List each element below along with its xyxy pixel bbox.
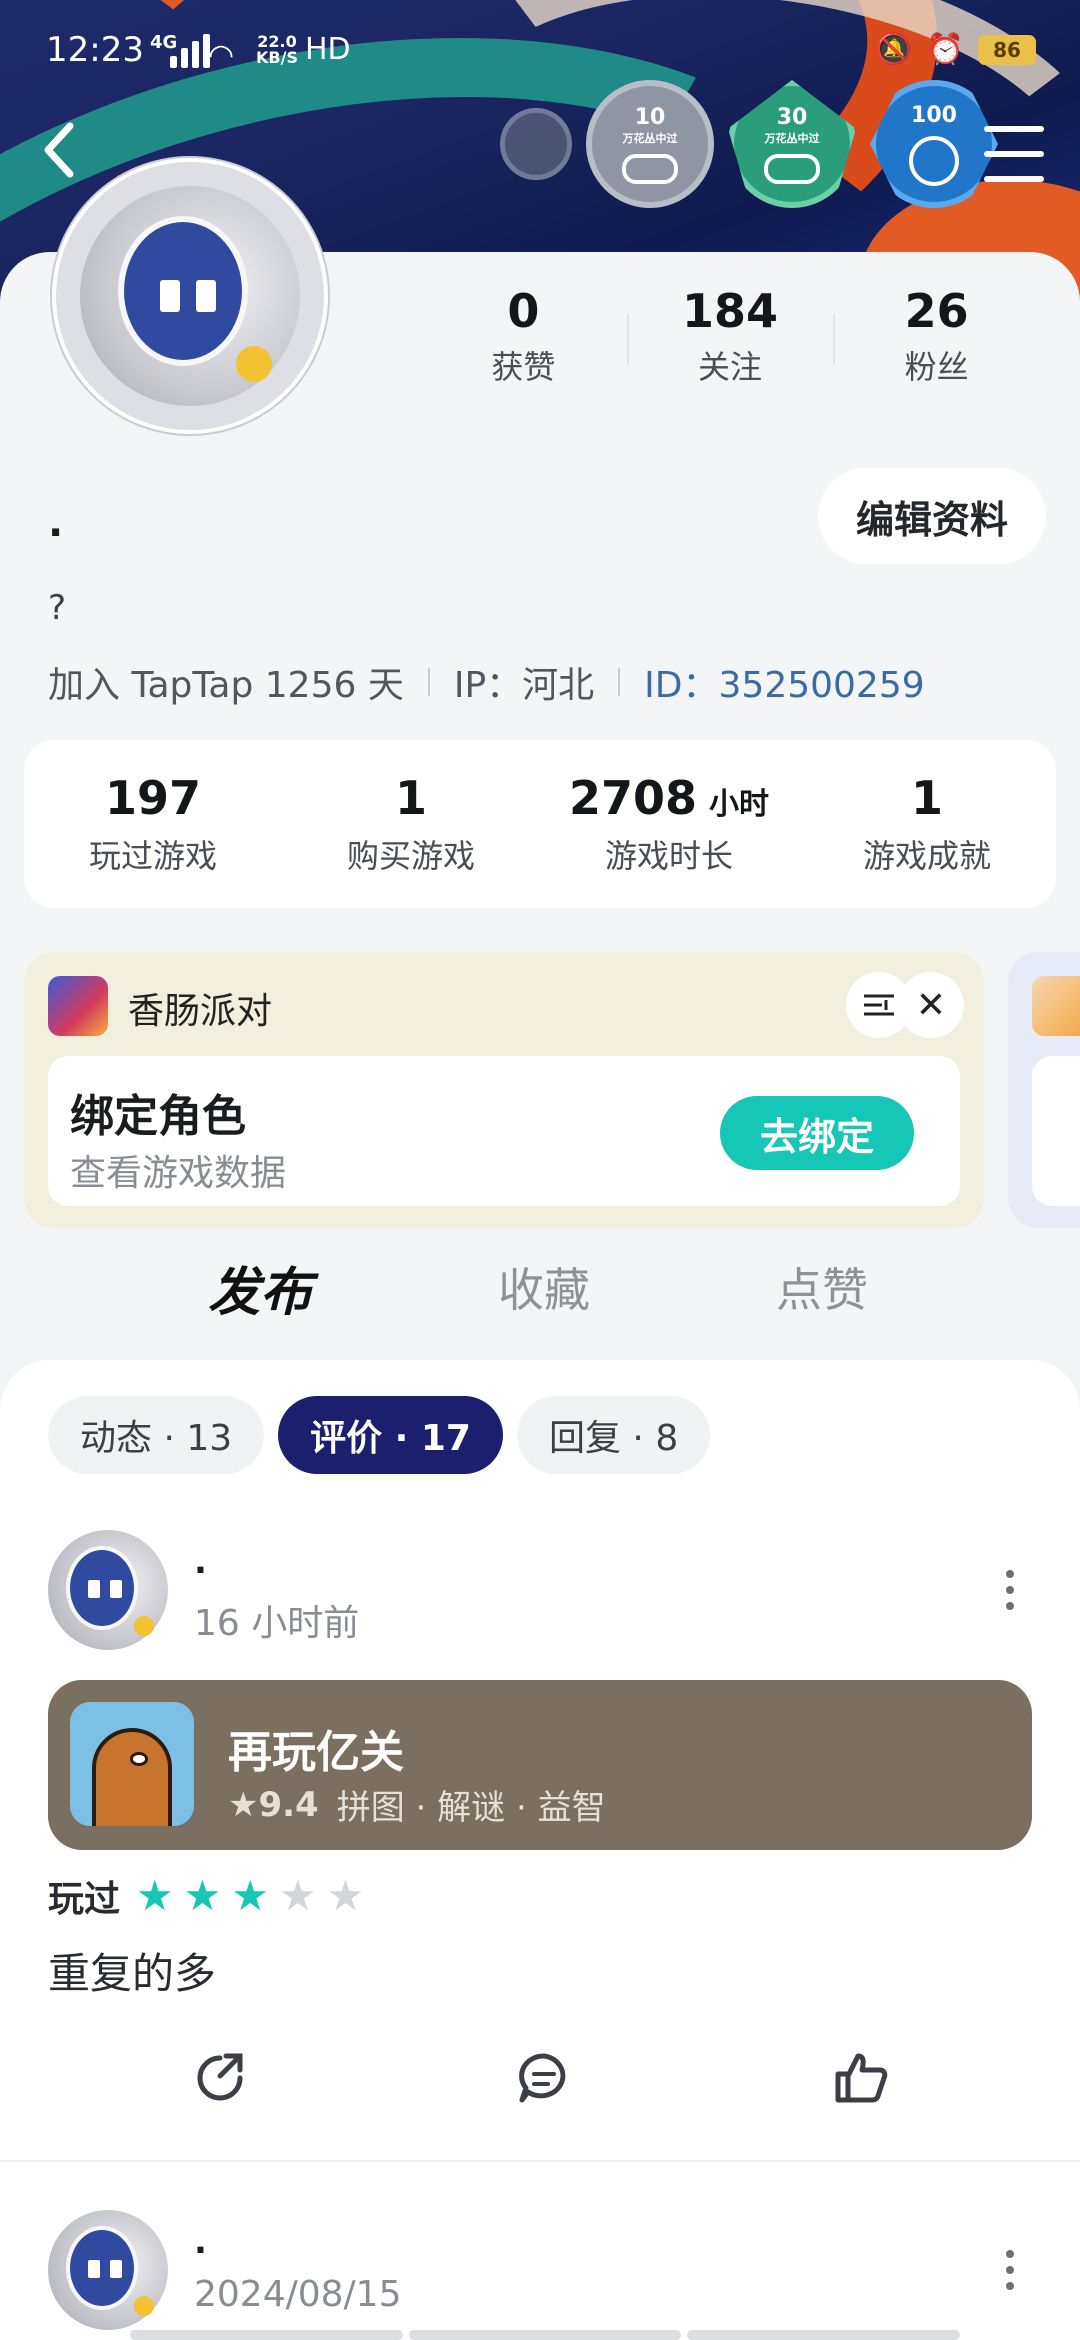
- battery-icon: 86: [978, 34, 1036, 65]
- join-days: 加入 TapTap 1256 天: [48, 665, 404, 706]
- ip-location: IP：河北: [453, 665, 595, 706]
- tab-likes[interactable]: 点赞: [776, 1254, 868, 1320]
- bind-role-card: 香肠派对 ✕ 绑定角色 查看游戏数据 去绑定: [24, 952, 984, 1228]
- feed: 动态 · 13 评价 · 17 回复 · 8 . 16 小时前 再玩亿关 ★9.…: [0, 1360, 1080, 2340]
- chip-moments[interactable]: 动态 · 13: [48, 1396, 265, 1474]
- bio: ?: [48, 588, 67, 628]
- star-icon: ★: [278, 1871, 317, 1920]
- status-time: 12:23: [46, 30, 144, 70]
- edit-profile-button[interactable]: 编辑资料: [818, 468, 1046, 564]
- follow-counts: 0 获赞 184 关注 26 粉丝: [420, 284, 1040, 388]
- likes-count[interactable]: 0 获赞: [420, 284, 627, 388]
- nickname: .: [48, 500, 64, 546]
- post-actions: [0, 2048, 1080, 2128]
- alarm-icon: ⏰: [926, 32, 964, 67]
- user-id[interactable]: ID：352500259: [644, 656, 924, 708]
- comment-icon: [519, 2053, 566, 2103]
- next-post-preview: [130, 2330, 961, 2340]
- chevron-left-icon: [44, 122, 74, 178]
- rating-row: 玩过 ★ ★ ★ ★ ★: [48, 1870, 364, 1922]
- bind-subtitle: 查看游戏数据: [70, 1153, 287, 1194]
- tab-publish[interactable]: 发布: [208, 1250, 313, 1325]
- post-author[interactable]: .: [194, 1542, 207, 1582]
- profile-meta: 加入 TapTap 1256 天 IP：河北 ID：352500259: [48, 656, 925, 708]
- back-button[interactable]: [40, 120, 100, 190]
- game-tags: 拼图 · 解谜 · 益智: [336, 1788, 606, 1828]
- profile-avatar[interactable]: [52, 158, 328, 434]
- bind-button[interactable]: 去绑定: [720, 1096, 914, 1170]
- star-icon: ★: [183, 1871, 222, 1920]
- network-speed: 22.0 KB/S: [256, 32, 298, 67]
- close-button[interactable]: ✕: [898, 972, 964, 1038]
- game-meta: ★9.4 拼图 · 解谜 · 益智: [228, 1780, 606, 1829]
- wifi-icon: ◠: [208, 38, 235, 73]
- post-author[interactable]: .: [194, 2222, 207, 2262]
- star-icon: ★: [231, 1871, 269, 1920]
- divider: [0, 2160, 1080, 2162]
- star-icon: ★: [228, 1784, 259, 1825]
- badge-30[interactable]: 30 万花丛中过: [728, 80, 856, 208]
- stat-achievements[interactable]: 1 游戏成就: [798, 771, 1056, 877]
- close-icon: ✕: [915, 984, 947, 1026]
- game-name: 香肠派对: [128, 991, 273, 1032]
- tab-favorites[interactable]: 收藏: [498, 1254, 590, 1320]
- chip-replies[interactable]: 回复 · 8: [516, 1396, 711, 1474]
- signal-icon: [170, 34, 210, 68]
- more-options-icon[interactable]: [1002, 2250, 1018, 2290]
- sliders-icon: [864, 994, 894, 1016]
- played-label: 玩过: [48, 1879, 121, 1920]
- following-count[interactable]: 184 关注: [626, 284, 834, 388]
- reviewed-game-card[interactable]: 再玩亿关 ★9.4 拼图 · 解谜 · 益智: [48, 1680, 1032, 1850]
- followers-count[interactable]: 26 粉丝: [833, 284, 1040, 388]
- avatar-image: [80, 186, 300, 406]
- badge-100[interactable]: 100: [870, 80, 998, 208]
- menu-icon: [984, 126, 1044, 132]
- gamepad-icon: [764, 153, 820, 184]
- more-options-icon[interactable]: [1002, 1570, 1018, 1610]
- bind-title: 绑定角色: [70, 1091, 246, 1142]
- mute-icon: 🔕: [875, 32, 913, 67]
- share-button[interactable]: [190, 2048, 250, 2108]
- stat-purchased-games[interactable]: 1 购买游戏: [282, 771, 540, 877]
- post-header: . 16 小时前: [48, 1530, 1038, 1660]
- game-score: 9.4: [258, 1784, 319, 1825]
- comment-button[interactable]: [514, 2048, 574, 2108]
- like-button[interactable]: [830, 2048, 890, 2108]
- badge-small[interactable]: [500, 108, 572, 180]
- badge-row: 10 万花丛中过 30 万花丛中过 100: [500, 80, 998, 208]
- game-icon: [48, 976, 108, 1036]
- avatar[interactable]: [48, 1530, 168, 1650]
- content-tabs: 发布 收藏 点赞: [0, 1250, 1080, 1340]
- game-title: 再玩亿关: [228, 1727, 404, 1778]
- post-time: 16 小时前: [194, 1603, 360, 1644]
- badge-10[interactable]: 10 万花丛中过: [586, 80, 714, 208]
- divider: [427, 668, 430, 696]
- star-icon: ★: [326, 1871, 365, 1920]
- stat-played-games[interactable]: 197 玩过游戏: [24, 771, 282, 877]
- thumbs-up-icon: [835, 2053, 888, 2103]
- game-stats: 197 玩过游戏 1 购买游戏 2708 小时 游戏时长 1 游戏成就: [24, 740, 1056, 908]
- star-icon: ★: [136, 1871, 174, 1920]
- game-icon: [1032, 976, 1080, 1036]
- next-card[interactable]: [1008, 952, 1080, 1228]
- game-icon: [70, 1702, 194, 1826]
- post-header: . 2024/08/15: [48, 2210, 1038, 2340]
- avatar[interactable]: [48, 2210, 168, 2330]
- share-icon: [197, 2053, 243, 2101]
- post-time: 2024/08/15: [194, 2274, 402, 2315]
- chip-reviews[interactable]: 评价 · 17: [278, 1396, 503, 1474]
- menu-button[interactable]: [984, 126, 1044, 182]
- stat-play-time[interactable]: 2708 小时 游戏时长: [540, 771, 798, 877]
- gamepad-icon: [622, 153, 678, 184]
- bind-role-panel: 绑定角色 查看游戏数据 去绑定: [48, 1056, 960, 1206]
- filter-chips: 动态 · 13 评价 · 17 回复 · 8: [48, 1396, 711, 1474]
- hd-indicator: HD: [305, 32, 351, 67]
- divider: [618, 668, 621, 696]
- gamepad-icon: [909, 135, 959, 186]
- review-text: 重复的多: [48, 1949, 217, 1998]
